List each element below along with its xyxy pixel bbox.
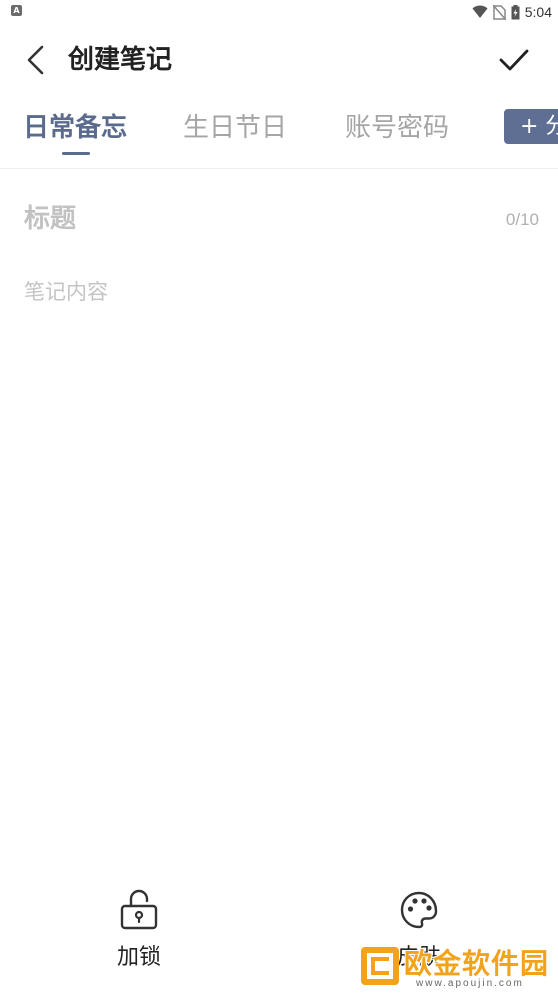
status-time: 5:04 [524,4,552,20]
palette-icon [400,891,438,929]
add-category-button[interactable]: + 分 [504,109,558,144]
category-tabs: 日常备忘 生日节日 账号密码 + 分 [0,96,558,169]
no-sim-icon [492,4,506,20]
watermark: 欧金软件园 www.apoujin.com [360,944,554,991]
tab-account-password[interactable]: 账号密码 [345,106,449,150]
title-input[interactable] [24,196,484,242]
skin-icon-wrap [397,888,441,932]
back-button[interactable] [16,40,56,80]
lock-label: 加锁 [116,945,161,970]
lock-icon-wrap [117,888,161,932]
status-icons: 5:04 [472,2,552,22]
watermark-logo-icon [361,947,399,985]
battery-icon [511,4,520,19]
title-char-counter: 0/10 [505,210,539,229]
content-input[interactable] [24,276,534,836]
header: 创建笔记 [0,24,558,96]
active-tab-indicator [62,152,90,155]
lock-button[interactable]: 加锁 [84,888,194,988]
tab-birthday-holiday[interactable]: 生日节日 [183,106,287,150]
page-title: 创建笔记 [68,45,173,75]
unlock-icon [120,889,158,930]
watermark-url: www.apoujin.com [416,978,524,989]
notification-a-icon: A [11,5,22,16]
chevron-left-icon [27,45,44,75]
watermark-text: 欧金软件园 [404,947,550,980]
confirm-button[interactable] [494,40,534,80]
status-bar: A 5:04 [0,0,558,24]
check-icon [499,49,529,71]
tab-daily-memo[interactable]: 日常备忘 [23,106,127,150]
wifi-icon [472,5,488,18]
